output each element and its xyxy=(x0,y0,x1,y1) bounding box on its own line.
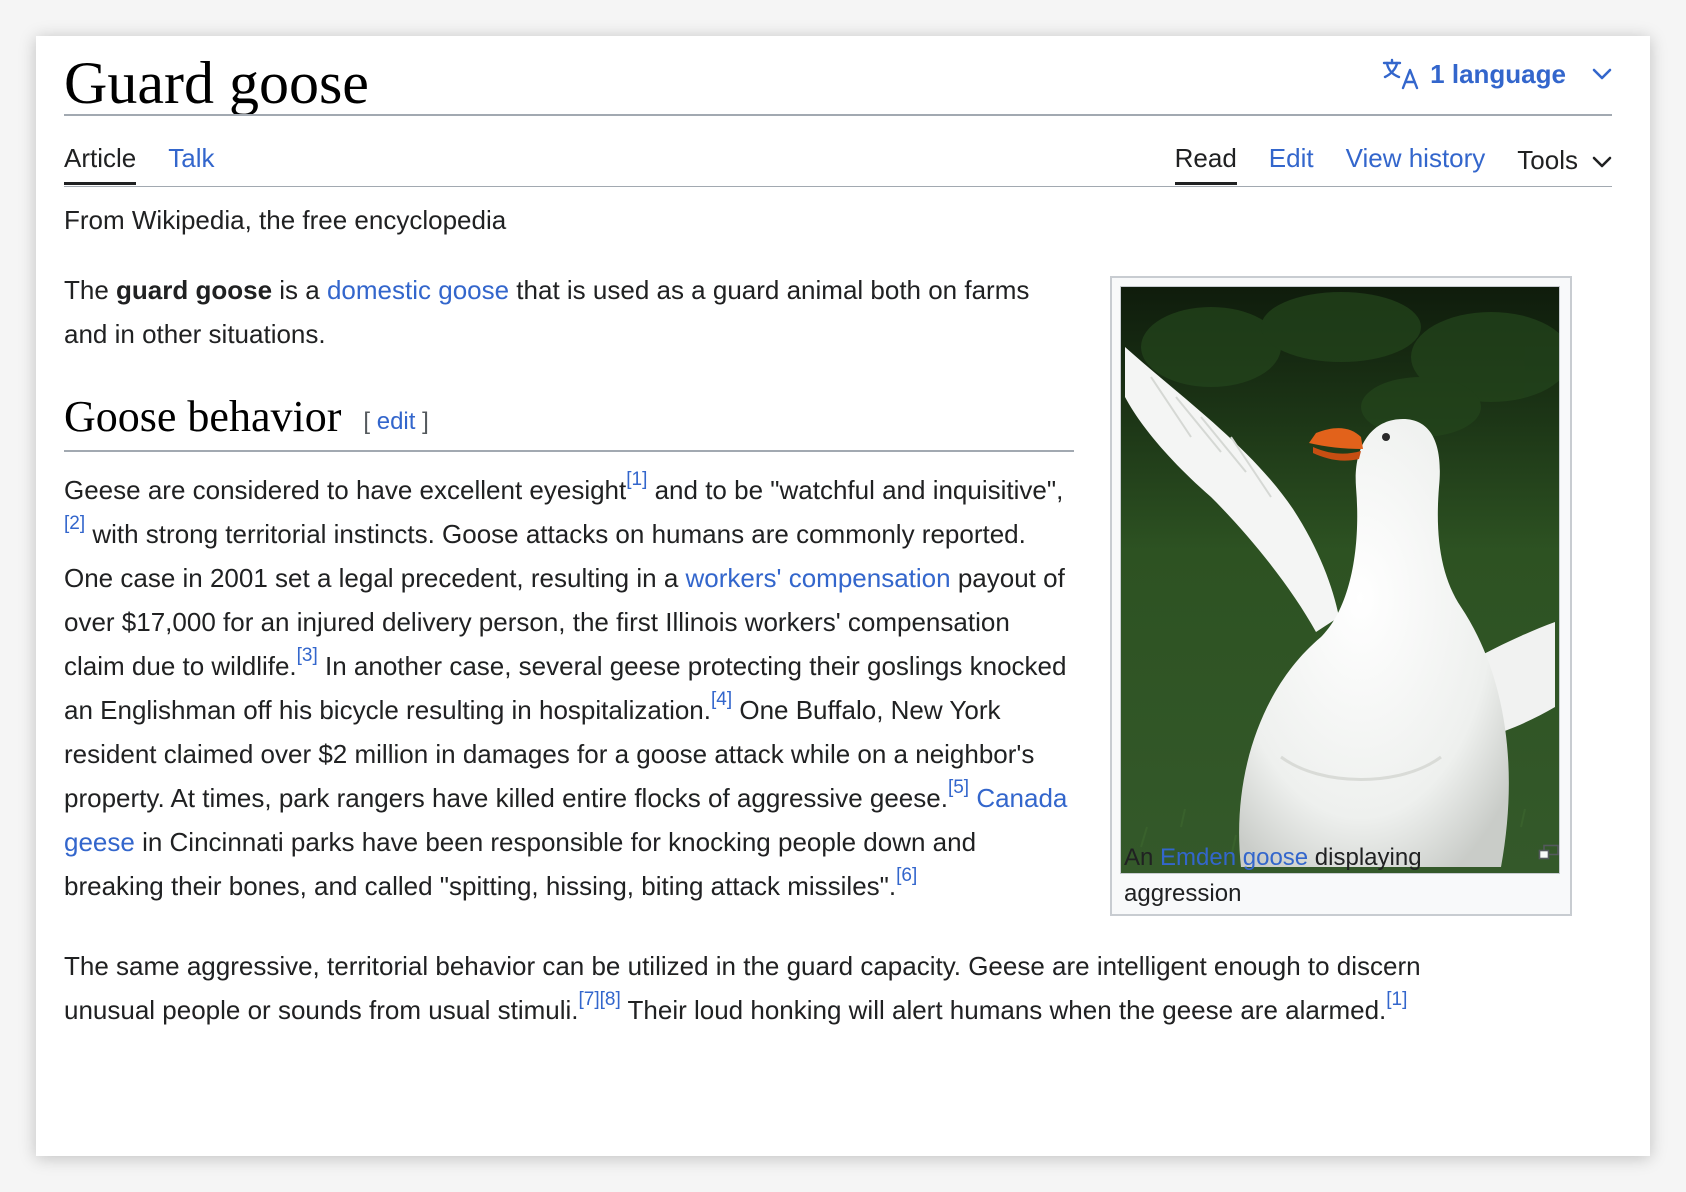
reference-link[interactable]: [5] xyxy=(948,777,969,798)
text: in Cincinnati parks have been responsibl… xyxy=(64,827,977,901)
text: and to be "watchful and inquisitive", xyxy=(647,475,1064,505)
text: Their loud honking will alert humans whe… xyxy=(620,995,1387,1025)
tab-article[interactable]: Article xyxy=(64,136,137,185)
reference-link[interactable]: [1] xyxy=(1386,989,1407,1010)
tab-view-history[interactable]: View history xyxy=(1346,136,1486,184)
guard-capacity-paragraph: The same aggressive, territorial behavio… xyxy=(64,944,1464,1032)
translate-icon xyxy=(1382,58,1420,90)
chevron-down-icon xyxy=(1592,138,1612,182)
tab-edit[interactable]: Edit xyxy=(1269,136,1314,184)
tools-menu-button[interactable]: Tools xyxy=(1517,136,1612,184)
language-count-label: 1 language xyxy=(1430,58,1566,89)
tab-read[interactable]: Read xyxy=(1174,136,1237,185)
reference-link[interactable]: [6] xyxy=(896,865,917,886)
view-tabs: Read Edit View history Tools xyxy=(1174,136,1612,185)
image-thumbnail: An Emden goose displaying aggression xyxy=(1110,276,1572,916)
text: The xyxy=(64,275,117,305)
section-heading-goose-behavior: Goose behavior [ edit ] xyxy=(64,390,1074,452)
bracket: [ xyxy=(363,408,377,435)
reference-link[interactable]: [3] xyxy=(297,645,318,666)
emden-goose-photo[interactable] xyxy=(1120,286,1560,874)
section-edit-link[interactable]: edit xyxy=(377,408,416,435)
text: is a xyxy=(272,275,327,305)
article-content: Guard goose 1 language Article Talk Read… xyxy=(64,36,1612,1156)
link-workers-compensation[interactable]: workers' compensation xyxy=(686,563,951,593)
link-emden-goose[interactable]: Emden goose xyxy=(1160,844,1308,871)
title-divider xyxy=(64,114,1612,116)
bold-term: guard goose xyxy=(116,275,273,305)
namespace-tabs: Article Talk xyxy=(64,136,215,185)
article-card: Guard goose 1 language Article Talk Read… xyxy=(36,36,1650,1156)
chevron-down-icon xyxy=(1592,67,1612,81)
image-caption: An Emden goose displaying aggression xyxy=(1124,840,1504,912)
reference-link[interactable]: [2] xyxy=(64,513,85,534)
site-tagline: From Wikipedia, the free encyclopedia xyxy=(64,205,507,235)
tab-talk[interactable]: Talk xyxy=(168,136,214,184)
reference-link[interactable]: [1] xyxy=(626,469,647,490)
behavior-paragraph: Geese are considered to have excellent e… xyxy=(64,468,1074,908)
section-edit-link-wrapper: [ edit ] xyxy=(363,408,428,436)
page-title: Guard goose xyxy=(64,50,369,116)
text: Geese are considered to have excellent e… xyxy=(64,475,627,505)
bracket: ] xyxy=(415,408,429,435)
tools-label: Tools xyxy=(1517,145,1578,175)
tabs-divider xyxy=(64,186,1612,187)
reference-link[interactable]: [8] xyxy=(600,989,621,1010)
reference-link[interactable]: [4] xyxy=(711,689,732,710)
reference-link[interactable]: [7] xyxy=(579,989,600,1010)
enlarge-icon[interactable] xyxy=(1538,844,1560,865)
link-domestic-goose[interactable]: domestic goose xyxy=(327,275,509,305)
language-selector-button[interactable]: 1 language xyxy=(1382,58,1612,90)
text: An xyxy=(1124,844,1161,871)
section-title: Goose behavior xyxy=(64,392,342,441)
intro-paragraph: The guard goose is a domestic goose that… xyxy=(64,268,1074,356)
